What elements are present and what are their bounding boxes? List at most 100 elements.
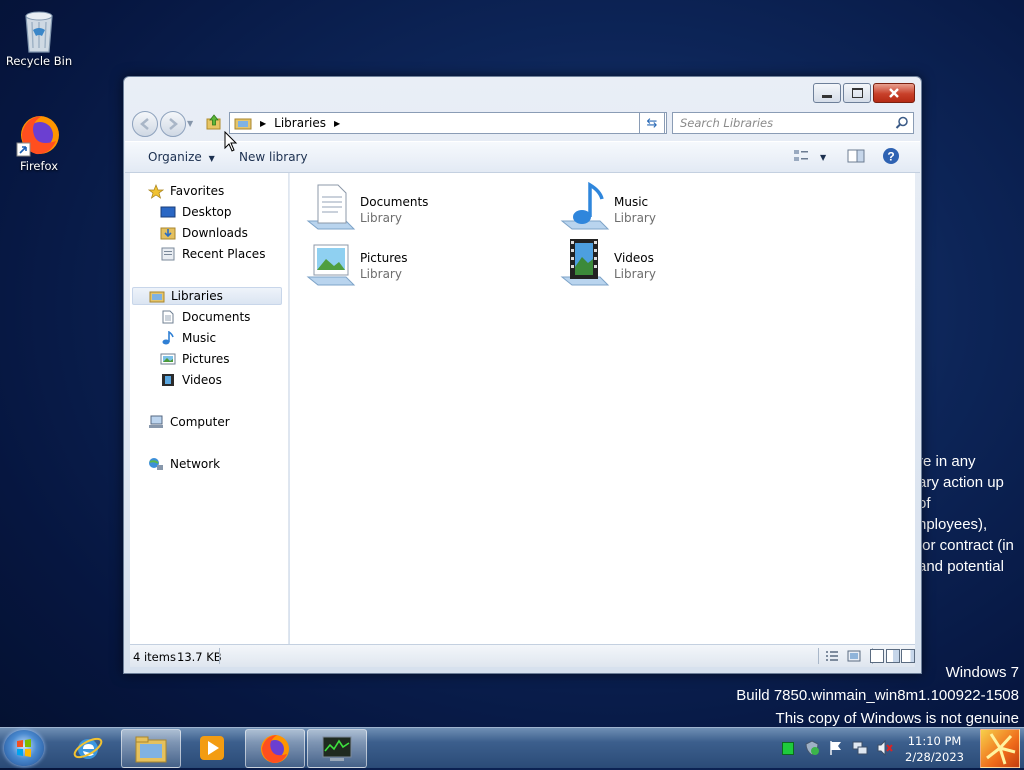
- help-button[interactable]: ?: [882, 147, 900, 168]
- preview-pane-button[interactable]: [847, 148, 865, 167]
- volume-muted-icon[interactable]: [876, 740, 894, 756]
- nav-downloads[interactable]: Downloads: [160, 224, 248, 242]
- library-item-videos[interactable]: Videos Library: [560, 237, 656, 287]
- caption-buttons: [811, 83, 915, 103]
- back-arrow-icon: [140, 118, 149, 130]
- recent-pages-dropdown[interactable]: ▼: [187, 119, 193, 128]
- network-icon: [148, 457, 164, 471]
- nav-label: Recent Places: [182, 247, 266, 261]
- nav-label: Desktop: [182, 205, 232, 219]
- media-player-icon: [200, 735, 224, 760]
- change-view-button[interactable]: [793, 148, 809, 167]
- thumbnail-view-button[interactable]: [847, 650, 861, 665]
- nav-label: Music: [182, 331, 217, 345]
- nav-libraries[interactable]: Libraries: [132, 287, 282, 305]
- status-divider: [818, 648, 819, 664]
- desktop-icon-firefox[interactable]: Firefox: [1, 113, 77, 173]
- organize-dropdown-icon: ▼: [208, 154, 215, 163]
- nav-label: Libraries: [171, 289, 223, 303]
- desktop-icon-recycle-bin[interactable]: Recycle Bin: [1, 8, 77, 68]
- close-button[interactable]: [873, 83, 915, 103]
- view-dropdown-icon[interactable]: ▼: [820, 153, 826, 162]
- nav-pictures[interactable]: Pictures: [160, 350, 230, 368]
- videos-icon: [160, 373, 176, 387]
- videos-library-icon: [560, 237, 610, 287]
- nav-videos[interactable]: Videos: [160, 371, 222, 389]
- action-center-flag-icon[interactable]: [829, 740, 843, 756]
- search-input[interactable]: Search Libraries: [673, 116, 895, 130]
- system-clock[interactable]: 11:10 PM 2/28/2023: [905, 733, 964, 765]
- view-options-icon: [794, 150, 808, 161]
- pictures-icon: [160, 352, 176, 366]
- clock-date: 2/28/2023: [905, 750, 964, 764]
- back-button[interactable]: [132, 111, 158, 137]
- forward-button[interactable]: [160, 111, 186, 137]
- organize-button[interactable]: Organize ▼: [148, 150, 215, 164]
- library-item-documents[interactable]: Documents Library: [306, 181, 428, 231]
- library-name: Pictures: [360, 251, 408, 265]
- navigation-pane: Favorites Desktop Downloads Recent Place…: [130, 173, 289, 644]
- breadcrumb-chevron-icon[interactable]: ▶: [334, 119, 340, 128]
- background-text-line: re in any: [918, 453, 976, 470]
- flower-thumbnail-icon: [986, 733, 1016, 765]
- taskbar-firefox[interactable]: [245, 729, 305, 768]
- library-item-music[interactable]: Music Library: [560, 181, 656, 231]
- pictures-library-icon: [306, 237, 356, 287]
- address-bar[interactable]: ▶ Libraries ▶ ▼: [229, 112, 667, 134]
- up-folder-button[interactable]: [205, 113, 223, 134]
- taskbar-windows-media-player[interactable]: [183, 729, 241, 766]
- library-name: Documents: [360, 195, 429, 209]
- library-name: Videos: [614, 251, 654, 265]
- start-button[interactable]: [4, 730, 44, 766]
- nav-label: Computer: [170, 415, 230, 429]
- desktop-icon-label: Firefox: [19, 159, 59, 173]
- recycle-bin-icon: [19, 8, 59, 53]
- background-text-line: or contract (in: [918, 537, 1014, 554]
- star-icon: [147, 184, 165, 199]
- taskbar-internet-explorer[interactable]: [59, 729, 117, 766]
- network-tray-icon[interactable]: [852, 740, 868, 756]
- item-count: 4 items: [133, 650, 176, 664]
- nav-computer[interactable]: Computer: [148, 413, 230, 431]
- library-type: Library: [614, 267, 656, 281]
- library-name: Music: [614, 195, 649, 209]
- maximize-icon: [851, 88, 863, 98]
- taskbar-windows-explorer[interactable]: [121, 729, 181, 768]
- details-view-icon: [826, 651, 838, 661]
- nav-label: Pictures: [182, 352, 230, 366]
- status-divider: [219, 648, 220, 664]
- breadcrumb-libraries[interactable]: Libraries: [274, 116, 326, 130]
- new-library-button[interactable]: New library: [239, 150, 308, 164]
- layout-preview-pane-icon[interactable]: [886, 649, 900, 663]
- nav-network[interactable]: Network: [148, 455, 220, 473]
- nav-label: Downloads: [182, 226, 248, 240]
- forward-arrow-icon: [169, 118, 178, 130]
- library-item-pictures[interactable]: Pictures Library: [306, 237, 408, 287]
- maximize-button[interactable]: [843, 83, 871, 103]
- show-desktop-button[interactable]: [980, 729, 1020, 768]
- nav-documents[interactable]: Documents: [160, 308, 250, 326]
- explorer-window: ▼ ▶ Libraries ▶ ▼ ⇆ Search Libraries Org…: [123, 76, 922, 674]
- close-icon: [889, 88, 899, 98]
- search-icon[interactable]: [895, 116, 909, 130]
- security-shield-icon[interactable]: [804, 740, 820, 756]
- search-box[interactable]: Search Libraries: [672, 112, 914, 134]
- tray-status-icon[interactable]: [782, 742, 794, 755]
- refresh-button[interactable]: ⇆: [639, 112, 665, 134]
- nav-recent-places[interactable]: Recent Places: [160, 245, 265, 263]
- downloads-folder-icon: [160, 226, 176, 240]
- layout-single-pane-icon[interactable]: [870, 649, 884, 663]
- watermark-build: Build 7850.winmain_win8m1.100922-1508: [736, 687, 1019, 704]
- taskbar-task-manager[interactable]: [307, 729, 367, 768]
- refresh-icon: ⇆: [646, 115, 658, 131]
- layout-details-pane-icon[interactable]: [901, 649, 915, 663]
- nav-music[interactable]: Music: [160, 329, 216, 347]
- minimize-button[interactable]: [813, 83, 841, 103]
- clock-time: 11:10 PM: [907, 734, 962, 748]
- nav-desktop[interactable]: Desktop: [160, 203, 232, 221]
- desktop-icon: [160, 205, 176, 219]
- details-view-button[interactable]: [825, 650, 839, 665]
- nav-favorites[interactable]: Favorites: [147, 182, 224, 200]
- windows-logo-icon: [17, 739, 31, 757]
- documents-library-icon: [306, 181, 356, 231]
